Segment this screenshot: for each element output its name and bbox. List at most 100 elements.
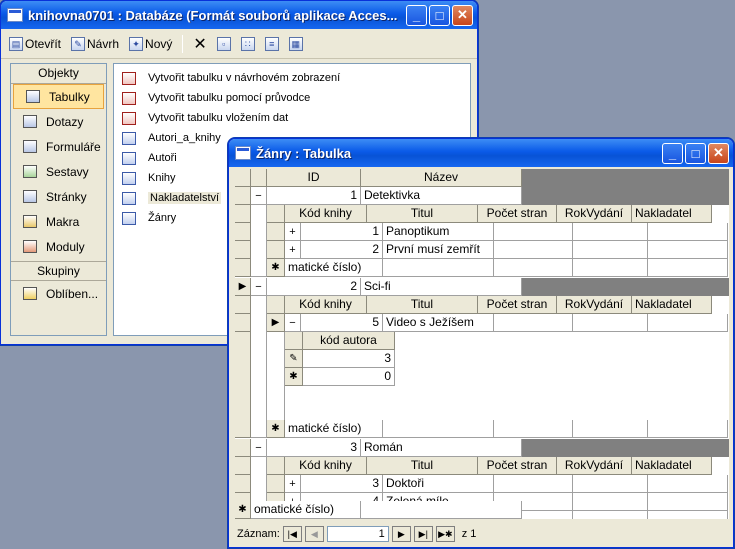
sub-corner-selector[interactable] <box>267 205 285 223</box>
cell-id[interactable]: 2 <box>267 278 361 296</box>
cell-year[interactable] <box>573 223 648 241</box>
column-header-year[interactable]: RokVydání <box>557 457 632 475</box>
cell-pages[interactable] <box>494 241 573 259</box>
table-row[interactable]: ▶ − 2 Sci-fi <box>235 278 729 296</box>
list-view-button[interactable]: ≡ <box>264 36 279 51</box>
cell-title[interactable] <box>383 420 494 438</box>
first-record-button[interactable]: |◀ <box>282 526 302 542</box>
cell-year[interactable] <box>573 475 648 493</box>
new-button[interactable]: ✦ Nový <box>129 36 172 51</box>
cell-name[interactable] <box>361 501 522 519</box>
small-icons-button[interactable]: ∷ <box>240 36 255 51</box>
cell-id[interactable]: 3 <box>267 439 361 457</box>
column-header-author[interactable]: kód autora <box>303 332 395 350</box>
objects-header[interactable]: Objekty <box>11 64 106 84</box>
close-button[interactable]: ✕ <box>708 142 729 164</box>
column-header-title[interactable]: Titul <box>367 296 478 314</box>
row-selector[interactable] <box>235 439 251 457</box>
cell-id[interactable]: 1 <box>267 187 361 205</box>
cell-autonumber[interactable]: matické číslo) <box>285 259 383 277</box>
column-header-pages[interactable]: Počet stran <box>478 457 557 475</box>
column-header-code[interactable]: Kód knihy <box>285 205 367 223</box>
cell-name[interactable]: Detektivka <box>361 187 522 205</box>
list-item-create-wizard[interactable]: Vytvořit tabulku pomocí průvodce <box>114 88 470 108</box>
new-record-icon[interactable]: ✱ <box>235 501 251 519</box>
sidebar-item-queries[interactable]: Dotazy <box>11 109 106 134</box>
groups-header[interactable]: Skupiny <box>11 261 106 281</box>
cell-year[interactable] <box>573 511 648 519</box>
table-row[interactable]: + 2 První musí zemřít <box>235 241 728 259</box>
sidebar-item-tables[interactable]: Tabulky <box>13 84 104 109</box>
cell-publisher[interactable] <box>648 493 728 511</box>
new-record-row[interactable]: ✱ omatické číslo) <box>235 501 522 519</box>
current-record-icon[interactable]: ▶ <box>235 278 251 296</box>
edit-record-icon[interactable]: ✎ <box>285 350 303 368</box>
column-header-code[interactable]: Kód knihy <box>285 457 367 475</box>
cell-publisher[interactable] <box>648 511 728 519</box>
collapse-toggle[interactable]: − <box>251 278 267 296</box>
collapse-toggle[interactable]: − <box>285 314 301 332</box>
cell-name[interactable]: Román <box>361 439 522 457</box>
sub-corner-selector[interactable] <box>267 296 285 314</box>
sidebar-item-reports[interactable]: Sestavy <box>11 159 106 184</box>
next-record-button[interactable]: ▶ <box>391 526 411 542</box>
column-header-pages[interactable]: Počet stran <box>478 296 557 314</box>
cell-pages[interactable] <box>494 259 573 277</box>
column-header-publisher[interactable]: Nakladatel <box>632 296 712 314</box>
table-row[interactable]: + 1 Panoptikum <box>235 223 728 241</box>
cell-publisher[interactable] <box>648 314 728 332</box>
cell-name[interactable]: Sci-fi <box>361 278 522 296</box>
cell-publisher[interactable] <box>648 223 728 241</box>
cell-pages[interactable] <box>494 475 573 493</box>
cell-pages[interactable] <box>494 420 573 438</box>
cell-code[interactable]: 3 <box>301 475 383 493</box>
cell-pages[interactable] <box>494 223 573 241</box>
cell-title[interactable]: Doktoři <box>383 475 494 493</box>
current-record-icon[interactable]: ▶ <box>267 314 285 332</box>
table-row[interactable]: − 1 Detektivka <box>235 187 729 205</box>
column-header-id[interactable]: ID <box>267 169 361 187</box>
database-titlebar[interactable]: knihovna0701 : Databáze (Formát souborů … <box>1 1 477 29</box>
expand-toggle[interactable]: + <box>285 223 301 241</box>
column-header-title[interactable]: Titul <box>367 205 478 223</box>
cell-code[interactable]: 1 <box>301 223 383 241</box>
last-record-button[interactable]: ▶| <box>413 526 433 542</box>
cell-year[interactable] <box>573 420 648 438</box>
maximize-button[interactable]: □ <box>429 4 450 26</box>
cell-code[interactable]: 5 <box>301 314 383 332</box>
new-record-icon[interactable]: ✱ <box>285 368 303 386</box>
corner-selector[interactable] <box>235 169 251 187</box>
expand-toggle[interactable]: + <box>285 241 301 259</box>
design-button[interactable]: ✎ Návrh <box>71 36 119 51</box>
new-record-row[interactable]: ✱ matické číslo) <box>235 420 728 438</box>
sidebar-item-modules[interactable]: Moduly <box>11 234 106 259</box>
cell-code[interactable]: 2 <box>301 241 383 259</box>
minimize-button[interactable]: _ <box>406 4 427 26</box>
column-header-publisher[interactable]: Nakladatel <box>632 457 712 475</box>
sidebar-item-forms[interactable]: Formuláře <box>11 134 106 159</box>
column-header-code[interactable]: Kód knihy <box>285 296 367 314</box>
previous-record-button[interactable]: ◀ <box>304 526 324 542</box>
cell-publisher[interactable] <box>648 420 728 438</box>
row-selector[interactable] <box>267 241 285 259</box>
cell-author[interactable]: 0 <box>303 368 395 386</box>
sidebar-item-macros[interactable]: Makra <box>11 209 106 234</box>
expand-toggle[interactable]: + <box>285 475 301 493</box>
sidebar-item-pages[interactable]: Stránky <box>11 184 106 209</box>
collapse-toggle[interactable]: − <box>251 187 267 205</box>
maximize-button[interactable]: □ <box>685 142 706 164</box>
cell-publisher[interactable] <box>648 259 728 277</box>
record-number-input[interactable]: 1 <box>326 526 389 542</box>
large-icons-button[interactable]: ▫ <box>216 36 231 51</box>
table-titlebar[interactable]: Žánry : Tabulka _ □ ✕ <box>229 139 733 167</box>
cell-publisher[interactable] <box>648 475 728 493</box>
row-selector[interactable] <box>267 223 285 241</box>
column-header-year[interactable]: RokVydání <box>557 205 632 223</box>
cell-year[interactable] <box>573 241 648 259</box>
new-record-icon[interactable]: ✱ <box>267 259 285 277</box>
column-header-title[interactable]: Titul <box>367 457 478 475</box>
sub-corner-selector[interactable] <box>267 457 285 475</box>
new-record-row[interactable]: ✱ matické číslo) <box>235 259 728 277</box>
column-header-name[interactable]: Název <box>361 169 522 187</box>
collapse-toggle[interactable]: − <box>251 439 267 457</box>
